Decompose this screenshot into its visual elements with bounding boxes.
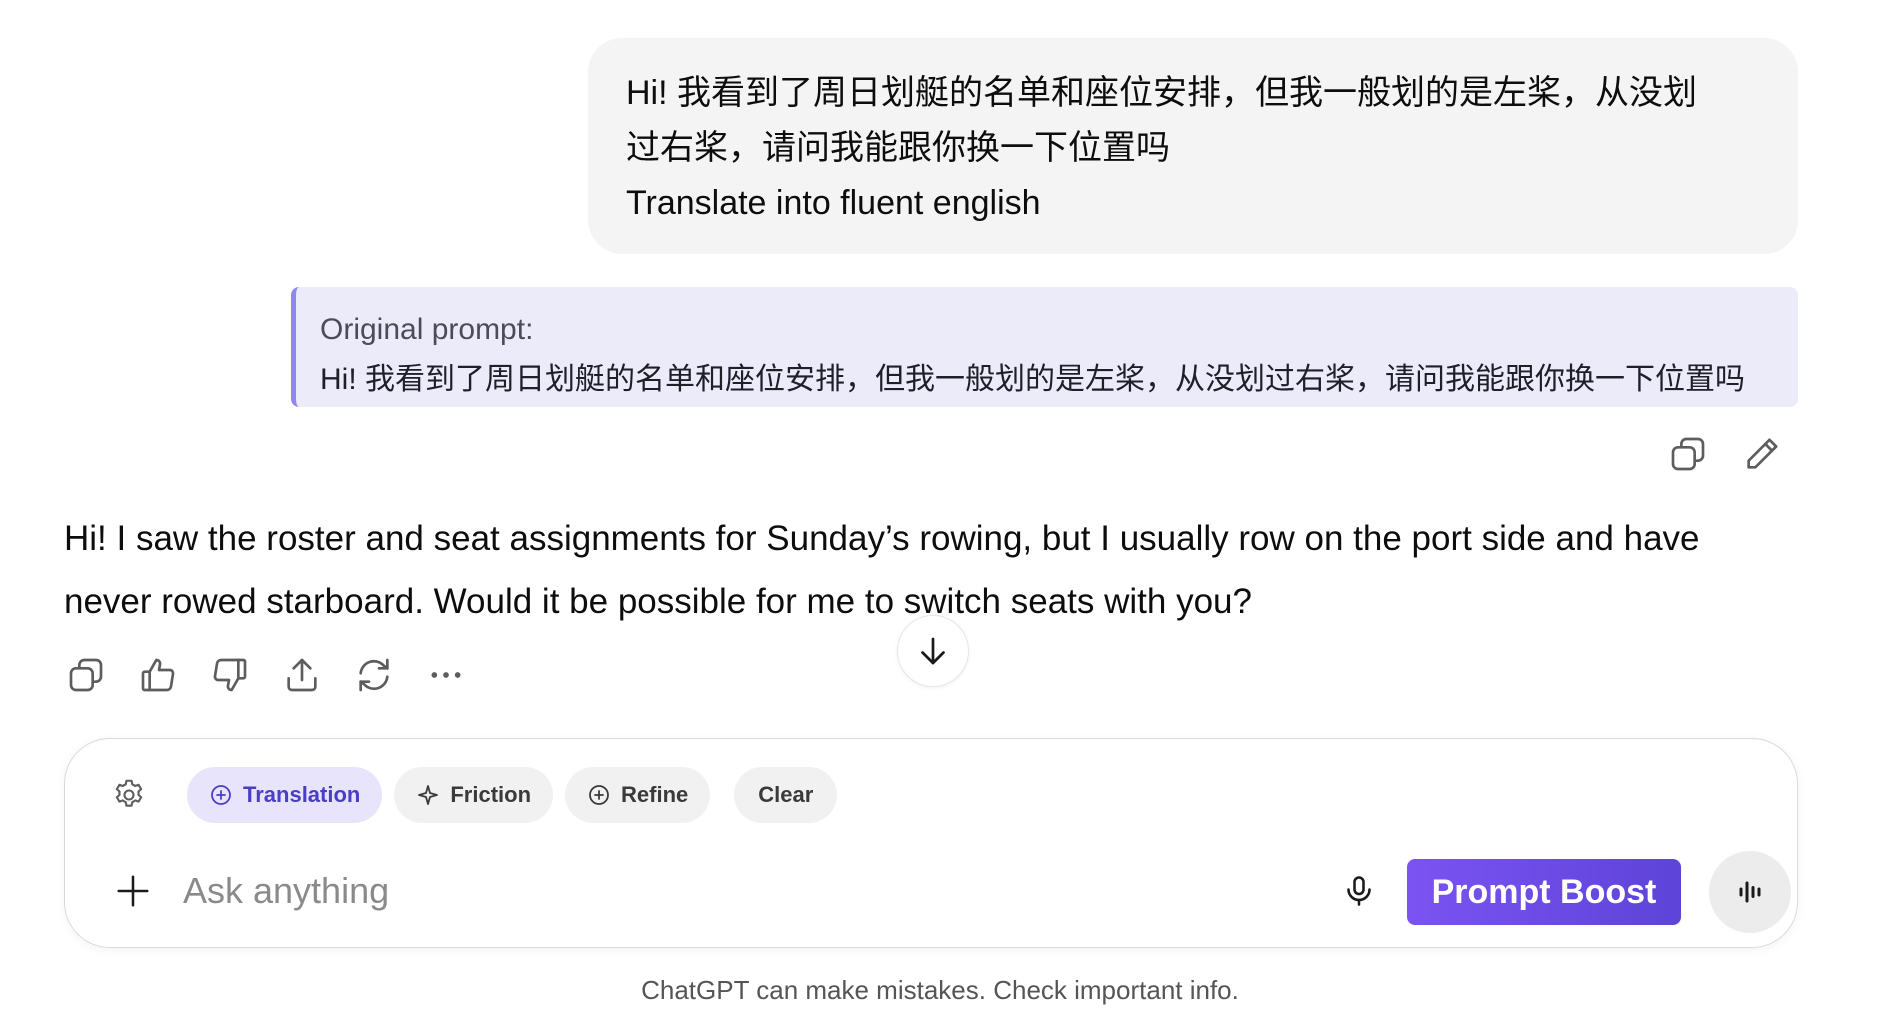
composer-chip-row: Translation Friction Refine Clear — [105, 767, 838, 823]
waveform-icon — [1739, 881, 1761, 903]
gear-icon[interactable] — [105, 771, 153, 819]
friction-chip-label: Friction — [450, 782, 532, 807]
user-message-bubble: Hi! 我看到了周日划艇的名单和座位安排，但我一般划的是左桨，从没划 过右桨，请… — [588, 38, 1798, 254]
microphone-icon — [1347, 876, 1371, 906]
sparkle-icon — [418, 785, 439, 805]
copy-icon[interactable] — [1664, 430, 1712, 478]
friction-chip[interactable]: Friction — [394, 767, 554, 823]
plus-icon — [117, 875, 149, 907]
scroll-to-bottom-button[interactable] — [897, 615, 969, 687]
assistant-reply-text: Hi! I saw the roster and seat assignment… — [64, 519, 1700, 621]
prompt-boost-button[interactable]: Prompt Boost — [1407, 859, 1681, 925]
user-message-line-2: 过右桨，请问我能跟你换一下位置吗 — [626, 129, 1170, 167]
refine-chip[interactable]: Refine — [565, 767, 711, 823]
original-prompt-block: Original prompt: Hi! 我看到了周日划艇的名单和座位安排，但我… — [291, 287, 1798, 407]
regenerate-icon[interactable] — [350, 651, 398, 699]
copy-icon[interactable] — [62, 651, 110, 699]
composer: Translation Friction Refine Clear Ask an… — [64, 738, 1798, 948]
share-icon[interactable] — [278, 651, 326, 699]
user-message-line-3: Translate into fluent english — [626, 184, 1041, 222]
user-message-actions — [1664, 430, 1786, 478]
clear-chip-label: Clear — [758, 782, 814, 807]
arrow-down-icon — [921, 637, 945, 665]
voice-mode-button[interactable] — [1709, 851, 1791, 933]
chat-window: Hi! 我看到了周日划艇的名单和座位安排，但我一般划的是左桨，从没划 过右桨，请… — [0, 0, 1898, 1014]
original-prompt-label: Original prompt: — [320, 313, 534, 346]
clear-chip[interactable]: Clear — [734, 767, 838, 823]
translation-chip-label: Translation — [243, 782, 361, 807]
assistant-reply-actions — [62, 651, 470, 699]
user-message-line-1: Hi! 我看到了周日划艇的名单和座位安排，但我一般划的是左桨，从没划 — [626, 74, 1697, 112]
translation-chip[interactable]: Translation — [187, 767, 383, 823]
plus-circle-icon — [589, 785, 609, 805]
thumbs-down-icon[interactable] — [206, 651, 254, 699]
microphone-button[interactable] — [1331, 863, 1387, 919]
original-prompt-text: Hi! 我看到了周日划艇的名单和座位安排，但我一般划的是左桨，从没划过右桨，请问… — [320, 363, 1745, 396]
plus-circle-icon — [211, 785, 231, 805]
more-icon[interactable] — [422, 651, 470, 699]
edit-icon[interactable] — [1738, 430, 1786, 478]
prompt-input[interactable] — [183, 861, 1233, 921]
footer-disclaimer: ChatGPT can make mistakes. Check importa… — [641, 975, 1239, 1005]
thumbs-up-icon[interactable] — [134, 651, 182, 699]
add-attachment-button[interactable] — [105, 863, 161, 919]
refine-chip-label: Refine — [621, 782, 689, 807]
